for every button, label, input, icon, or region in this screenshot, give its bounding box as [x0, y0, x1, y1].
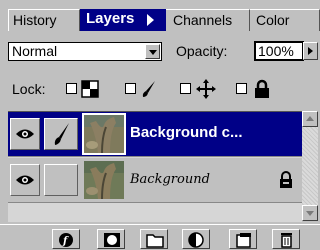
eye-icon [16, 175, 34, 185]
visibility-toggle[interactable] [10, 118, 40, 150]
opacity-value: 100% [258, 43, 294, 59]
tab-bar: History Layers Channels Color [0, 0, 320, 31]
lock-paint-checkbox[interactable] [125, 83, 136, 94]
layer-thumbnail[interactable] [82, 113, 126, 155]
layers-scrollbar[interactable] [302, 111, 318, 221]
opacity-label: Opacity: [176, 43, 228, 59]
layers-palette: History Layers Channels Color Normal Opa… [0, 0, 320, 250]
lock-all-checkbox[interactable] [236, 83, 247, 94]
add-layer-mask-button[interactable] [97, 229, 125, 249]
lock-move-checkbox[interactable] [180, 83, 191, 94]
eye-icon [16, 129, 34, 139]
palette-menu-arrow-icon[interactable] [147, 14, 154, 26]
lock-transparency-checkbox[interactable] [66, 83, 77, 94]
tab-channels[interactable]: Channels [166, 9, 250, 31]
blend-mode-value: Normal [12, 43, 58, 59]
layer-style-icon: f [59, 233, 73, 247]
opacity-input[interactable]: 100% [254, 41, 304, 61]
lock-move-icon [196, 79, 216, 99]
delete-layer-button[interactable] [272, 229, 300, 249]
lock-transparency-icon [81, 80, 99, 98]
layers-list: Background c... Background [8, 111, 302, 222]
lock-label: Lock: [12, 81, 46, 97]
tab-history[interactable]: History [8, 9, 80, 31]
scroll-up-icon[interactable] [302, 111, 318, 127]
add-layer-style-button[interactable]: f [52, 229, 80, 249]
new-layer-set-button[interactable] [140, 229, 168, 249]
lock-paint-icon [142, 81, 155, 97]
visibility-toggle[interactable] [10, 164, 40, 196]
layers-toolbar: f [0, 224, 320, 250]
new-layer-button[interactable] [229, 229, 257, 249]
adjustment-layer-icon [188, 232, 204, 248]
layer-link-cell[interactable] [44, 164, 78, 196]
new-set-icon [146, 234, 164, 248]
tab-layers[interactable]: Layers [80, 9, 166, 31]
tab-color-label: Color [256, 12, 290, 28]
tab-channels-label: Channels [173, 12, 233, 28]
layer-thumbnail[interactable] [84, 161, 124, 199]
tab-color[interactable]: Color [250, 9, 320, 31]
blend-mode-select[interactable]: Normal [8, 42, 162, 61]
brush-icon [54, 123, 69, 145]
layer-mask-icon [104, 233, 120, 247]
scroll-down-icon[interactable] [302, 205, 318, 221]
chevron-down-icon[interactable] [145, 44, 160, 59]
opacity-slider-arrow-icon[interactable] [303, 42, 318, 60]
tab-layers-label: Layers [86, 10, 135, 27]
lock-all-icon [255, 79, 269, 98]
layer-name[interactable]: Background [130, 172, 210, 187]
new-layer-icon [236, 233, 251, 248]
layer-name[interactable]: Background c... [130, 124, 243, 141]
new-adjustment-layer-button[interactable] [182, 229, 210, 249]
trash-icon [281, 233, 292, 248]
layer-row[interactable]: Background [8, 158, 302, 203]
tab-history-label: History [13, 12, 57, 28]
lock-icon [280, 171, 292, 188]
layer-link-cell[interactable] [44, 118, 78, 150]
layer-row[interactable]: Background c... [8, 112, 302, 157]
